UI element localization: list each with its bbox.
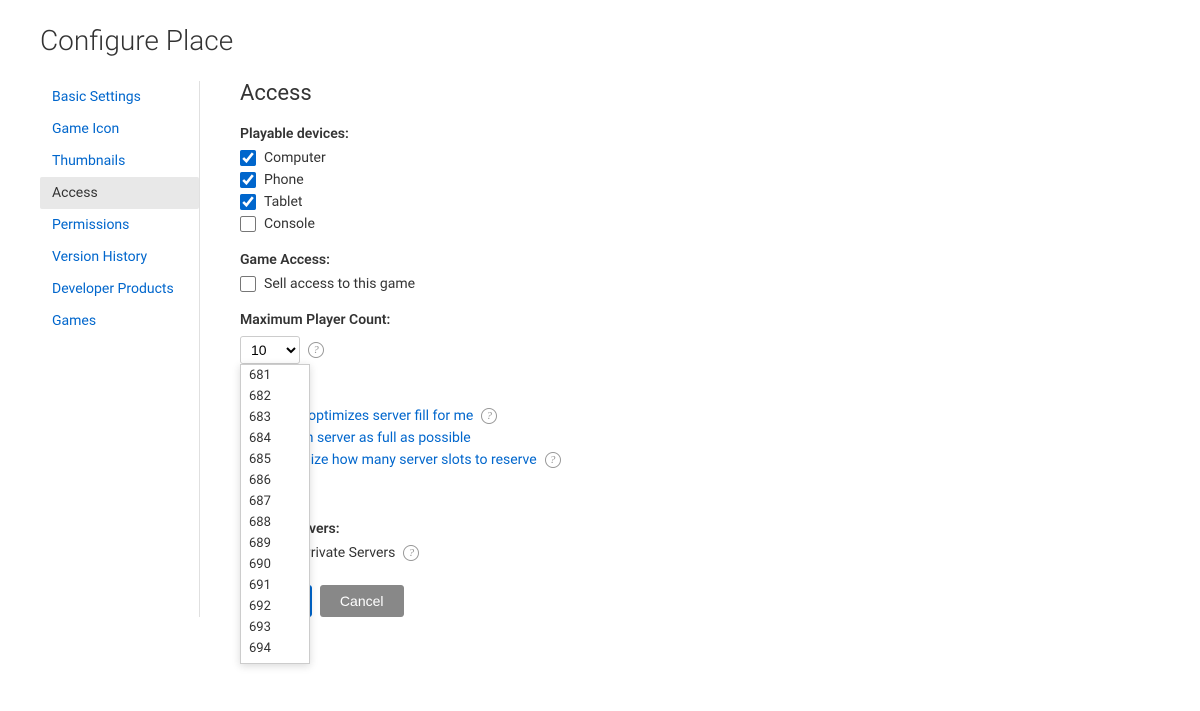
fill-each-row: Fill each server as full as possible — [240, 430, 1120, 446]
customize-row: Customize how many server slots to reser… — [240, 452, 1120, 468]
sidebar-item-developer-products[interactable]: Developer Products — [40, 273, 199, 305]
sidebar-item-basic-settings[interactable]: Basic Settings — [40, 81, 199, 113]
sidebar-item-access[interactable]: Access — [40, 177, 199, 209]
dropdown-item-695[interactable]: 695 — [241, 659, 309, 664]
sidebar-item-thumbnails[interactable]: Thumbnails — [40, 145, 199, 177]
dropdown-item-688[interactable]: 688 — [241, 512, 309, 533]
dropdown-item-686[interactable]: 686 — [241, 470, 309, 491]
section-title: Access — [240, 81, 1120, 106]
cancel-button[interactable]: Cancel — [320, 585, 404, 617]
dropdown-item-691[interactable]: 691 — [241, 575, 309, 596]
console-checkbox-row: Console — [240, 216, 1120, 232]
max-player-count-group: Maximum Player Count: 10 681 682 683 684… — [240, 312, 1120, 364]
dropdown-item-692[interactable]: 692 — [241, 596, 309, 617]
sidebar-item-game-icon[interactable]: Game Icon — [40, 113, 199, 145]
computer-checkbox[interactable] — [240, 150, 256, 166]
max-player-count-label: Maximum Player Count: — [240, 312, 1120, 328]
tablet-label: Tablet — [264, 194, 302, 210]
private-servers-section: Private Servers: Allow Private Servers ? — [240, 521, 1120, 561]
player-count-dropdown-list[interactable]: 681 682 683 684 685 686 687 688 689 690 … — [240, 364, 310, 664]
private-servers-label: Private Servers: — [240, 521, 1120, 537]
tablet-checkbox-row: Tablet — [240, 194, 1120, 210]
dropdown-item-681[interactable]: 681 — [241, 365, 309, 386]
console-label: Console — [264, 216, 315, 232]
page-title: Configure Place — [40, 24, 1160, 57]
player-count-select[interactable]: 10 — [240, 336, 300, 364]
sidebar-item-version-history[interactable]: Version History — [40, 241, 199, 273]
sidebar: Basic Settings Game Icon Thumbnails Acce… — [40, 81, 200, 617]
private-servers-help-icon[interactable]: ? — [403, 545, 419, 561]
dropdown-item-682[interactable]: 682 — [241, 386, 309, 407]
sell-access-checkbox-row: Sell access to this game — [240, 276, 1120, 292]
dropdown-item-693[interactable]: 693 — [241, 617, 309, 638]
allow-private-servers-row: Allow Private Servers ? — [240, 545, 1120, 561]
roblox-optimizes-help-icon[interactable]: ? — [481, 408, 497, 424]
customize-help-icon[interactable]: ? — [545, 452, 561, 468]
phone-label: Phone — [264, 172, 304, 188]
phone-checkbox-row: Phone — [240, 172, 1120, 188]
buttons-row: Save Cancel — [240, 585, 1120, 617]
dropdown-item-694[interactable]: 694 — [241, 638, 309, 659]
server-fill-section: Server Fill: Roblox optimizes server fil… — [240, 384, 1120, 501]
player-count-dropdown-container: 10 681 682 683 684 685 686 687 688 — [240, 336, 300, 364]
playable-devices-label: Playable devices: — [240, 126, 1120, 142]
dropdown-item-684[interactable]: 684 — [241, 428, 309, 449]
main-content: Access Playable devices: Computer Phone … — [200, 81, 1160, 617]
player-count-help-icon[interactable]: ? — [308, 342, 324, 358]
computer-label: Computer — [264, 150, 326, 166]
roblox-optimizes-row: Roblox optimizes server fill for me ? — [240, 408, 1120, 424]
game-access-label: Game Access: — [240, 252, 1120, 268]
server-fill-label: Server Fill: — [240, 384, 1120, 400]
sell-access-label: Sell access to this game — [264, 276, 415, 292]
computer-checkbox-row: Computer — [240, 150, 1120, 166]
dropdown-item-683[interactable]: 683 — [241, 407, 309, 428]
sell-access-checkbox[interactable] — [240, 276, 256, 292]
playable-devices-group: Playable devices: Computer Phone Tablet … — [240, 126, 1120, 232]
dropdown-item-685[interactable]: 685 — [241, 449, 309, 470]
game-access-group: Game Access: Sell access to this game — [240, 252, 1120, 292]
dropdown-item-689[interactable]: 689 — [241, 533, 309, 554]
sidebar-item-games[interactable]: Games — [40, 305, 199, 337]
dropdown-item-687[interactable]: 687 — [241, 491, 309, 512]
player-count-row: 10 681 682 683 684 685 686 687 688 — [240, 336, 1120, 364]
phone-checkbox[interactable] — [240, 172, 256, 188]
tablet-checkbox[interactable] — [240, 194, 256, 210]
dropdown-item-690[interactable]: 690 — [241, 554, 309, 575]
sidebar-item-permissions[interactable]: Permissions — [40, 209, 199, 241]
console-checkbox[interactable] — [240, 216, 256, 232]
